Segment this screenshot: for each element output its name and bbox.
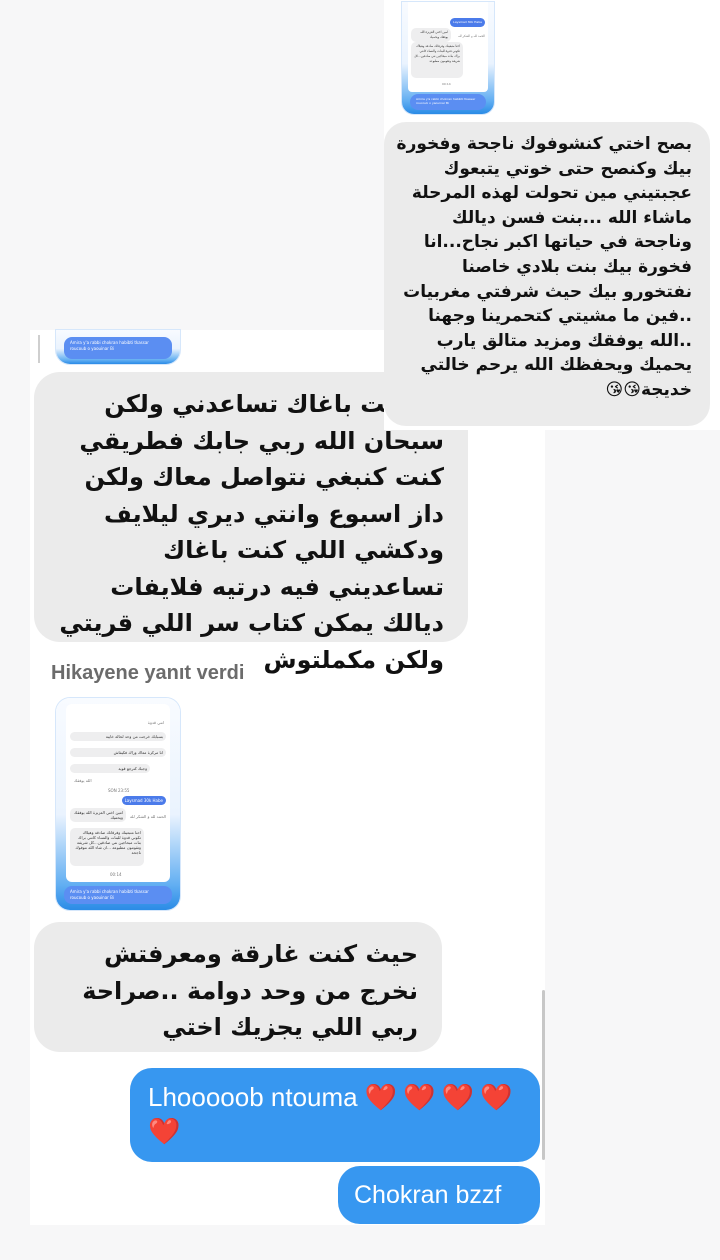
thumbnail-line: انتي قدوة [147,720,164,725]
sent-message-bubble[interactable]: Lhooooob ntouma ❤️❤️❤️❤️ ❤️ [130,1068,540,1162]
thumbnail-screen: انتي قدوة بسبابك خرجت من وحد لحالة خايبة… [66,704,170,882]
thumbnail-bubble: وجبك كترجع قوية [70,764,150,773]
thumbnail-bubble: امين اختي العزيزة الله يوفقك ويحميك [70,808,126,822]
message-text: حيث كنت غارقة ومعرفتش نخرج من وحد دوامة … [82,940,418,1041]
thumbnail-time: 00:14 [110,872,122,877]
thumbnail-bubble: انا مركزة معاك وراك فكيفاش [70,748,166,757]
thumbnail-bubble: احنا متبعينك وفرقانك صادقة وهيلاك تكوني … [70,828,144,866]
thumbnail-timestamp: SON 23:55 [108,788,130,793]
sent-message-bubble[interactable]: Chokran bzzf [338,1166,540,1224]
thumbnail-line: الحمد لله و الشكر لله [457,34,485,38]
message-text: Lhooooob ntouma ❤️❤️❤️❤️ ❤️ [148,1080,522,1148]
thumbnail-pill: Laysmad 30k Habe [121,796,166,805]
thumbnail-bubble: احنا متبعينك وفرقانك صادقة وهيلاك تكوني … [411,42,463,78]
thumbnail-bubble: امين اختي العزيزة الله يوفقك ويحميك [411,28,451,42]
story-reply-thumbnail[interactable]: انتي قدوة بسبابك خرجت من وحد لحالة خايبة… [56,698,180,910]
message-text: Chokran bzzf [354,1181,502,1209]
story-reply-label: Hikayene yanıt verdi [51,662,245,684]
thumbnail-footer: Amira y'a rabbi chokran habibti tkassar … [64,337,172,359]
heart-emoji-icon: ❤️ [148,1116,181,1146]
message-text: بصح اختي كنشوفوك ناجحة وفخورة بيك وكنصح … [396,134,692,400]
thumbnail-footer: Amira y'a rabbi chokran habibti tkassar … [410,94,486,110]
received-message-bubble[interactable]: حيث كنت غارقة ومعرفتش نخرج من وحد دوامة … [34,922,442,1052]
story-reply-thumbnail-partial[interactable]: Amira y'a rabbi chokran habibti tkassar … [56,330,180,364]
thumbnail-bubble: بسبابك خرجت من وحد لحالة خايبة [70,732,166,741]
thumbnail-line: الحمد لله و الشكر لله [129,814,166,819]
thumbnail-pill: Laysmad 30k Habe [450,18,485,27]
story-reply-thumbnail[interactable]: Laysmad 30k Habe امين اختي العزيزة الله … [402,2,494,114]
received-message-bubble[interactable]: بصح اختي كنشوفوك ناجحة وفخورة بيك وكنصح … [384,122,710,426]
reply-indicator-line [38,335,40,363]
thumbnail-time: 00:14 [442,82,451,86]
thumbnail-footer: Amira y'a rabbi chokran habibti tkassar … [64,886,172,904]
message-text-words: Lhooooob ntouma [148,1082,358,1112]
thumbnail-line: الله يوفقك [74,778,92,783]
thumbnail-screen: Laysmad 30k Habe امين اختي العزيزة الله … [408,2,488,92]
heart-emoji-icon: ❤️❤️❤️❤️ [364,1082,519,1112]
scrollbar[interactable] [542,990,545,1160]
